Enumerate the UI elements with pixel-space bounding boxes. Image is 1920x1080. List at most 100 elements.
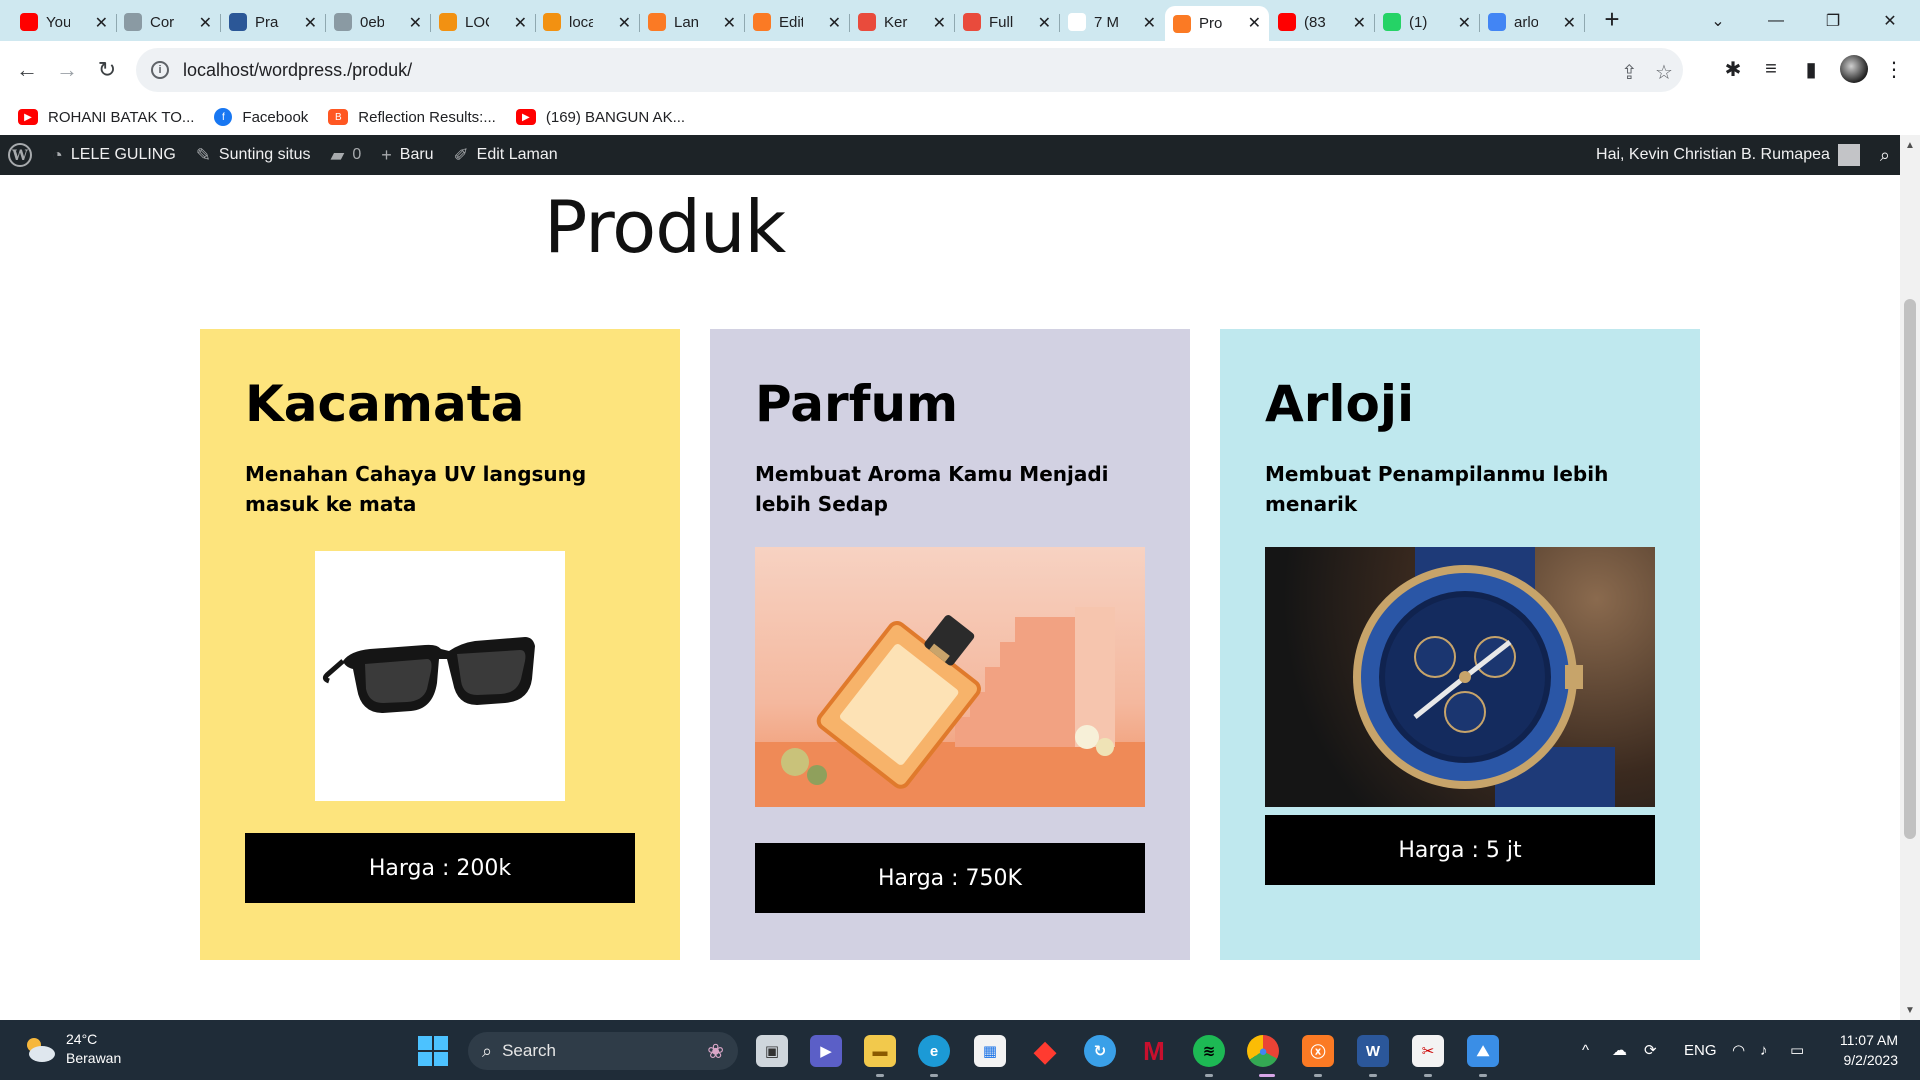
word-icon[interactable]: W: [1357, 1035, 1389, 1067]
site-info-icon[interactable]: i: [151, 61, 169, 79]
weather-widget[interactable]: 24°C Berawan: [22, 1030, 121, 1068]
new-tab-button[interactable]: +: [1598, 6, 1626, 34]
tab-close-icon[interactable]: ✕: [933, 13, 946, 33]
side-panel-icon[interactable]: ▮: [1797, 55, 1825, 83]
tab-close-icon[interactable]: ✕: [1038, 13, 1051, 33]
tab-close-icon[interactable]: ✕: [409, 13, 422, 33]
browser-tab[interactable]: (1) ✕: [1375, 6, 1480, 38]
browser-tab[interactable]: Cor ✕: [116, 6, 221, 38]
bookmark-item[interactable]: ▶ (169) BANGUN AK...: [515, 109, 685, 126]
tab-close-icon[interactable]: ✕: [828, 13, 841, 33]
tab-close-icon[interactable]: ✕: [723, 13, 736, 33]
browser-tab[interactable]: Full ✕: [955, 6, 1060, 38]
browser-tab[interactable]: (83 ✕: [1270, 6, 1375, 38]
back-icon[interactable]: ←: [12, 55, 42, 85]
tab-close-icon[interactable]: ✕: [95, 13, 108, 33]
share-icon[interactable]: ⇪: [1621, 60, 1638, 85]
sync-icon[interactable]: ↻: [1084, 1035, 1116, 1067]
youtube-icon: [20, 13, 38, 31]
task-view-icon[interactable]: ▣: [756, 1035, 788, 1067]
browser-tab[interactable]: LOC ✕: [431, 6, 536, 38]
clock-time: 11:07 AM: [1839, 1032, 1898, 1048]
tab-search-icon[interactable]: ⌄: [1690, 0, 1746, 41]
tab-close-icon[interactable]: ✕: [1458, 13, 1471, 33]
edge-icon[interactable]: e: [918, 1035, 950, 1067]
new-content-menu[interactable]: + Baru: [371, 135, 443, 175]
minimize-button[interactable]: —: [1748, 0, 1804, 41]
scroll-thumb[interactable]: [1904, 299, 1916, 839]
restore-button[interactable]: ❐: [1805, 0, 1861, 41]
search-icon[interactable]: ⌕: [1880, 145, 1890, 166]
tab-close-icon[interactable]: ✕: [1143, 13, 1156, 33]
close-window-button[interactable]: ✕: [1862, 0, 1918, 41]
browser-tab[interactable]: 0eb ✕: [326, 6, 431, 38]
bookmark-item[interactable]: f Facebook: [214, 108, 308, 126]
taskbar-search[interactable]: ⌕ Search ❀: [468, 1032, 738, 1070]
battery-icon[interactable]: ▭: [1790, 1020, 1804, 1080]
price-button[interactable]: Harga : 200k: [245, 833, 635, 903]
tab-close-icon[interactable]: ✕: [1248, 13, 1261, 33]
browser-tab[interactable]: arlo ✕: [1480, 6, 1585, 38]
xampp-icon[interactable]: ⓧ: [1302, 1035, 1334, 1067]
bookmark-star-icon[interactable]: ☆: [1655, 60, 1673, 85]
bookmark-item[interactable]: ▶ ROHANI BATAK TO...: [18, 109, 194, 126]
tab-close-icon[interactable]: ✕: [1563, 13, 1576, 33]
onedrive-icon[interactable]: ☁: [1612, 1020, 1627, 1080]
start-button[interactable]: [418, 1036, 448, 1066]
wordpress-logo-icon[interactable]: W: [0, 135, 42, 175]
price-button[interactable]: Harga : 750K: [755, 843, 1145, 913]
comments-count: 0: [352, 146, 362, 163]
user-greeting[interactable]: Hai, Kevin Christian B. Rumapea: [1596, 146, 1830, 164]
bookmark-item[interactable]: B Reflection Results:...: [328, 109, 496, 126]
snipping-tool-icon[interactable]: ✂: [1412, 1035, 1444, 1067]
browser-tab[interactable]: 7 M ✕: [1060, 6, 1164, 38]
browser-tab[interactable]: Ker ✕: [850, 6, 955, 38]
teams-chat-icon[interactable]: ▶: [810, 1035, 842, 1067]
photos-icon[interactable]: ⛰: [1467, 1035, 1499, 1067]
scroll-up-icon[interactable]: ▲: [1900, 135, 1920, 155]
browser-tab[interactable]: Pro ✕: [1165, 6, 1269, 41]
spotify-icon[interactable]: ≋: [1193, 1035, 1225, 1067]
tab-label: 0eb: [360, 13, 384, 31]
browser-tab[interactable]: Lan ✕: [640, 6, 745, 38]
tab-close-icon[interactable]: ✕: [514, 13, 527, 33]
browser-tab[interactable]: Edit ✕: [745, 6, 850, 38]
file-explorer-icon[interactable]: ▬: [864, 1035, 896, 1067]
browser-tab[interactable]: Pra ✕: [221, 6, 326, 38]
globe-icon: [334, 13, 352, 31]
tab-close-icon[interactable]: ✕: [618, 13, 631, 33]
media-queue-icon[interactable]: ≡: [1757, 55, 1785, 83]
show-hidden-icons[interactable]: ^: [1582, 1020, 1589, 1080]
user-avatar[interactable]: [1837, 144, 1860, 166]
menu-icon[interactable]: ⋮: [1880, 55, 1908, 83]
anydesk-icon[interactable]: ◆: [1029, 1035, 1061, 1068]
microsoft-store-icon[interactable]: ▦: [974, 1035, 1006, 1067]
update-icon[interactable]: ⟳: [1644, 1020, 1657, 1080]
customize-menu[interactable]: ✎ Sunting situs: [186, 135, 321, 175]
forward-icon[interactable]: →: [52, 55, 82, 85]
language-indicator[interactable]: ENG: [1684, 1020, 1717, 1080]
url-text[interactable]: localhost/wordpress./produk/: [183, 60, 412, 81]
extensions-icon[interactable]: ✱: [1719, 55, 1747, 83]
page-scrollbar[interactable]: ▲ ▼: [1900, 135, 1920, 1020]
reload-icon[interactable]: ↻: [92, 55, 122, 85]
tab-close-icon[interactable]: ✕: [1353, 13, 1366, 33]
mcafee-icon[interactable]: M: [1138, 1035, 1170, 1067]
price-button[interactable]: Harga : 5 jt: [1265, 815, 1655, 885]
address-bar[interactable]: i localhost/wordpress./produk/ ⇪ ☆: [136, 48, 1683, 92]
site-name-menu[interactable]: ◔ LELE GULING: [42, 135, 186, 175]
comment-icon: ▰: [330, 144, 345, 165]
browser-tab[interactable]: loca ✕: [535, 6, 640, 38]
tab-close-icon[interactable]: ✕: [199, 13, 212, 33]
xampp-icon: [1173, 14, 1191, 33]
scroll-down-icon[interactable]: ▼: [1900, 1000, 1920, 1020]
tab-close-icon[interactable]: ✕: [304, 13, 317, 33]
wifi-icon[interactable]: ◠: [1732, 1020, 1745, 1080]
edit-page-menu[interactable]: ✐ Edit Laman: [444, 135, 568, 175]
clock[interactable]: 11:07 AM 9/2/2023: [1840, 1030, 1898, 1070]
browser-tab[interactable]: You ✕: [12, 6, 117, 38]
chrome-icon[interactable]: ●: [1247, 1035, 1279, 1067]
comments-menu[interactable]: ▰ 0: [321, 135, 372, 175]
volume-icon[interactable]: ♪: [1760, 1020, 1768, 1080]
profile-avatar[interactable]: [1840, 55, 1868, 83]
